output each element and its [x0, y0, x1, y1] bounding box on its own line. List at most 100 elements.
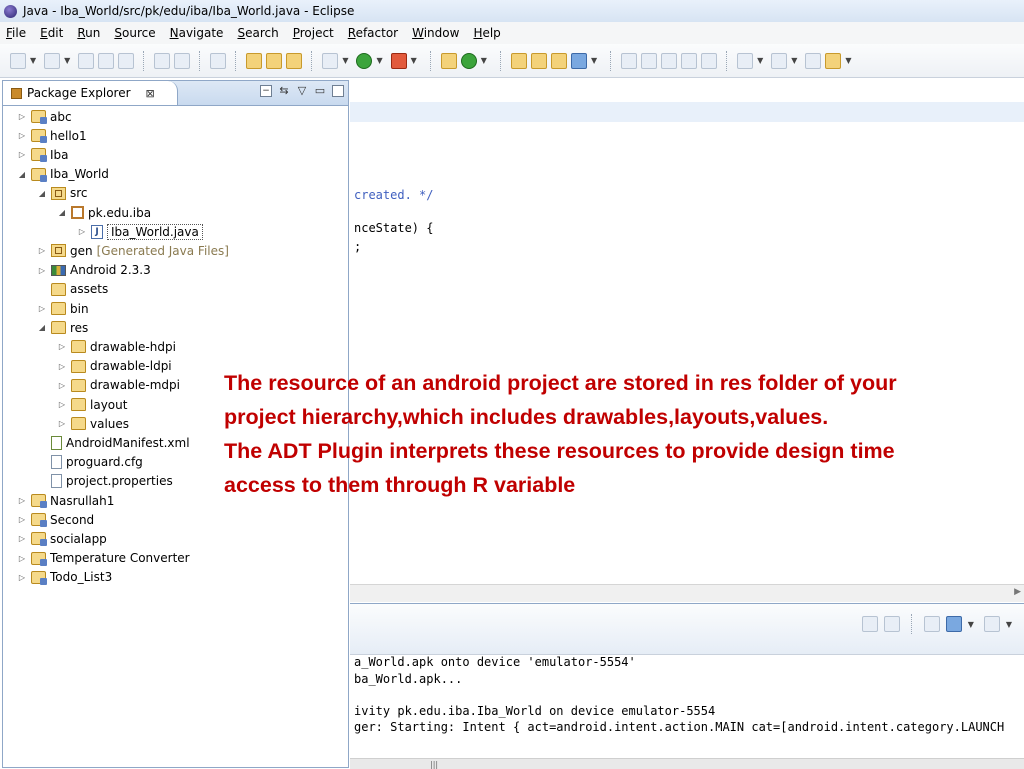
display-console-dropdown-icon[interactable]: ▼ [968, 620, 974, 629]
tree-item[interactable]: ▷ Nasrullah1 [17, 491, 114, 510]
last-edit-location-icon[interactable] [805, 52, 822, 69]
tree-item[interactable]: ▷ hello1 [17, 126, 87, 145]
expanded-arrow-icon[interactable]: ◢ [37, 189, 47, 198]
display-console-icon[interactable] [945, 616, 962, 632]
tree-item[interactable]: proguard.cfg [37, 453, 143, 472]
collapsed-arrow-icon[interactable]: ▷ [17, 131, 27, 140]
close-icon[interactable]: ⊠ [146, 87, 155, 100]
external-tools-icon[interactable] [390, 52, 407, 69]
new-android-test-project-icon[interactable] [266, 52, 283, 69]
menu-project[interactable]: Project [293, 26, 334, 40]
next-annotation-icon[interactable] [737, 52, 754, 69]
print-icon[interactable] [118, 52, 135, 69]
toggle-breadcrumb-icon[interactable] [621, 52, 638, 69]
tree-item[interactable]: ▷ values [57, 414, 129, 433]
clear-console-icon[interactable] [861, 616, 878, 632]
android-sdk-manager-icon[interactable] [154, 52, 171, 69]
menu-navigate[interactable]: Navigate [170, 26, 224, 40]
collapsed-arrow-icon[interactable]: ▷ [17, 515, 27, 524]
collapsed-arrow-icon[interactable]: ▷ [57, 342, 67, 351]
menu-edit[interactable]: Edit [40, 26, 63, 40]
back-icon[interactable] [825, 52, 842, 69]
collapsed-arrow-icon[interactable]: ▷ [57, 362, 67, 371]
debug-icon[interactable] [322, 52, 339, 69]
menu-search[interactable]: Search [237, 26, 278, 40]
debug-dropdown-icon[interactable]: ▼ [342, 56, 348, 65]
tree-item[interactable]: ◢ res [37, 318, 88, 337]
new-java-class-dropdown-icon[interactable]: ▼ [481, 56, 487, 65]
collapsed-arrow-icon[interactable]: ▷ [77, 227, 87, 236]
menu-refactor[interactable]: Refactor [348, 26, 398, 40]
tree-item[interactable]: ▷ drawable-mdpi [57, 376, 180, 395]
tree-item[interactable]: ▷ Iba [17, 145, 69, 164]
tree-item[interactable]: ▷ J Iba_World.java [77, 222, 203, 241]
save-all-icon[interactable] [98, 52, 115, 69]
collapsed-arrow-icon[interactable]: ▷ [37, 266, 47, 275]
collapsed-arrow-icon[interactable]: ▷ [57, 381, 67, 390]
collapsed-arrow-icon[interactable]: ▷ [17, 554, 27, 563]
editor-horizontal-scrollbar[interactable]: ▶ [350, 584, 1024, 602]
open-console-dropdown-icon[interactable]: ▼ [1006, 620, 1012, 629]
tree-item[interactable]: ▷ Todo_List3 [17, 568, 112, 587]
open-type-icon[interactable] [510, 52, 527, 69]
tree-item[interactable]: ▷ gen [Generated Java Files] [37, 241, 229, 260]
new-android-xml-file-icon[interactable] [286, 52, 303, 69]
run-icon[interactable] [356, 52, 373, 69]
tree-item[interactable]: ◢ Iba_World [17, 165, 109, 184]
tree-item[interactable]: AndroidManifest.xml [37, 433, 190, 452]
menu-help[interactable]: Help [473, 26, 500, 40]
collapsed-arrow-icon[interactable]: ▷ [17, 573, 27, 582]
new-java-package-icon[interactable] [440, 52, 457, 69]
maximize-icon[interactable] [332, 85, 344, 97]
scroll-lock-icon[interactable] [883, 616, 900, 632]
tree-item[interactable]: ◢ src [37, 184, 88, 203]
menu-run[interactable]: Run [77, 26, 100, 40]
collapsed-arrow-icon[interactable]: ▷ [37, 246, 47, 255]
menu-file[interactable]: File [6, 26, 26, 40]
code-line[interactable]: created. */ [354, 188, 433, 202]
collapsed-arrow-icon[interactable]: ▷ [17, 150, 27, 159]
tree-item[interactable]: assets [37, 280, 108, 299]
collapsed-arrow-icon[interactable]: ▷ [37, 304, 47, 313]
tree-item[interactable]: project.properties [37, 472, 173, 491]
expanded-arrow-icon[interactable]: ◢ [57, 208, 67, 217]
tree-item[interactable]: ▷ drawable-hdpi [57, 337, 176, 356]
new-android-project-icon[interactable] [246, 52, 263, 69]
toggle-mark-occurrences-icon[interactable] [641, 52, 658, 69]
next-annotation-dropdown-icon[interactable]: ▼ [757, 56, 763, 65]
pin-console-icon[interactable] [923, 616, 940, 632]
new-project-dropdown-icon[interactable]: ▼ [64, 56, 70, 65]
collapsed-arrow-icon[interactable]: ▷ [17, 534, 27, 543]
new-icon[interactable] [10, 52, 26, 69]
tree-item[interactable]: ▷ Android 2.3.3 [37, 261, 151, 280]
open-task-icon[interactable] [530, 52, 547, 69]
code-line[interactable]: nceState) { [354, 221, 433, 235]
android-avd-manager-icon[interactable] [174, 52, 191, 69]
toggle-block-selection-icon[interactable] [661, 52, 678, 69]
tree-item[interactable]: ▷ bin [37, 299, 89, 318]
collapse-all-icon[interactable]: − [260, 85, 272, 97]
collapsed-arrow-icon[interactable]: ▷ [17, 112, 27, 121]
console-horizontal-scrollbar[interactable]: ||| [350, 758, 1024, 769]
new-java-class-icon[interactable] [460, 52, 477, 69]
show-whitespace-icon[interactable] [681, 52, 698, 69]
tree-item[interactable]: ▷ layout [57, 395, 128, 414]
code-line[interactable]: ; [354, 240, 361, 254]
minimize-icon[interactable]: ▭ [314, 85, 326, 97]
annotation-dropdown-icon[interactable]: ▼ [591, 56, 597, 65]
search-icon[interactable] [550, 52, 567, 69]
collapsed-arrow-icon[interactable]: ▷ [57, 400, 67, 409]
tab-package-explorer[interactable]: Package Explorer ⊠ [3, 81, 178, 105]
scroll-right-icon[interactable]: ▶ [1014, 587, 1021, 597]
annotation-icon[interactable] [570, 52, 587, 69]
new-dropdown-icon[interactable]: ▼ [30, 56, 36, 65]
collapsed-arrow-icon[interactable]: ▷ [57, 419, 67, 428]
external-tools-dropdown-icon[interactable]: ▼ [411, 56, 417, 65]
run-dropdown-icon[interactable]: ▼ [376, 56, 382, 65]
save-icon[interactable] [78, 52, 95, 69]
new-project-icon[interactable] [44, 52, 61, 69]
link-with-editor-icon[interactable]: ⇆ [278, 85, 290, 97]
lint-check-icon[interactable] [210, 52, 227, 69]
collapsed-arrow-icon[interactable]: ▷ [17, 496, 27, 505]
pilcrow-icon[interactable] [701, 52, 718, 69]
